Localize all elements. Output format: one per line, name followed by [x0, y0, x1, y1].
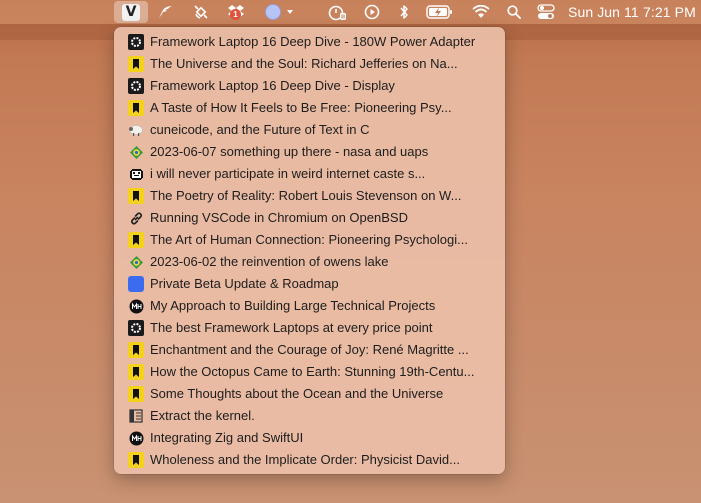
- menu-item[interactable]: 2023-06-07 something up there - nasa and…: [114, 141, 505, 163]
- menu-item[interactable]: A Taste of How It Feels to Be Free: Pion…: [114, 97, 505, 119]
- pixel-face-icon: [128, 166, 144, 182]
- mh-icon: [128, 430, 144, 446]
- marginalian-icon: [128, 188, 144, 204]
- menu-item[interactable]: Framework Laptop 16 Deep Dive - 180W Pow…: [114, 31, 505, 53]
- search-icon[interactable]: [504, 0, 524, 24]
- menu-item[interactable]: Wholeness and the Implicate Order: Physi…: [114, 449, 505, 471]
- marginalian-icon: [128, 386, 144, 402]
- time-text: 7:21 PM: [643, 4, 696, 20]
- menu-item[interactable]: My Approach to Building Large Technical …: [114, 295, 505, 317]
- menu-item[interactable]: The Art of Human Connection: Pioneering …: [114, 229, 505, 251]
- menu-item-label: Private Beta Update & Roadmap: [150, 276, 339, 291]
- dropdown-menu: Framework Laptop 16 Deep Dive - 180W Pow…: [114, 27, 505, 474]
- timer-pause-icon[interactable]: [324, 0, 350, 24]
- marginalian-icon: [128, 100, 144, 116]
- menu-item-label: A Taste of How It Feels to Be Free: Pion…: [150, 100, 452, 115]
- framework-icon: [128, 78, 144, 94]
- sheep-icon: [128, 122, 144, 138]
- menu-item-label: 2023-06-07 something up there - nasa and…: [150, 144, 429, 159]
- menu-item[interactable]: How the Octopus Came to Earth: Stunning …: [114, 361, 505, 383]
- marginalian-icon: [128, 342, 144, 358]
- menu-item-label: cuneicode, and the Future of Text in C: [150, 122, 370, 137]
- menu-item-label: Running VSCode in Chromium on OpenBSD: [150, 210, 408, 225]
- marginalian-icon: [128, 56, 144, 72]
- menu-item[interactable]: Private Beta Update & Roadmap: [114, 273, 505, 295]
- menu-item-label: 2023-06-02 the reinvention of owens lake: [150, 254, 389, 269]
- menu-item[interactable]: 2023-06-02 the reinvention of owens lake: [114, 251, 505, 273]
- framework-icon: [128, 34, 144, 50]
- globe-icon: [128, 144, 144, 160]
- menu-item-label: The best Framework Laptops at every pric…: [150, 320, 433, 335]
- menu-item[interactable]: The Universe and the Soul: Richard Jeffe…: [114, 53, 505, 75]
- marginalian-icon: [128, 364, 144, 380]
- menu-item-label: Enchantment and the Courage of Joy: René…: [150, 342, 469, 357]
- menu-item[interactable]: Extract the kernel.: [114, 405, 505, 427]
- menu-item[interactable]: The Poetry of Reality: Robert Louis Stev…: [114, 185, 505, 207]
- menu-item[interactable]: Enchantment and the Courage of Joy: René…: [114, 339, 505, 361]
- menu-item[interactable]: Running VSCode in Chromium on OpenBSD: [114, 207, 505, 229]
- menu-item-label: Extract the kernel.: [150, 408, 255, 423]
- menu-item[interactable]: Integrating Zig and SwiftUI: [114, 427, 505, 449]
- play-icon[interactable]: [360, 0, 384, 24]
- v-app-icon[interactable]: V: [114, 1, 148, 23]
- menu-item-label: Framework Laptop 16 Deep Dive - 180W Pow…: [150, 34, 476, 49]
- menu-item-label: How the Octopus Came to Earth: Stunning …: [150, 364, 475, 379]
- menu-item-label: The Art of Human Connection: Pioneering …: [150, 232, 468, 247]
- framework-icon: [128, 320, 144, 336]
- menu-item-label: Some Thoughts about the Ocean and the Un…: [150, 386, 444, 401]
- mh-icon: [128, 298, 144, 314]
- dropbox-icon[interactable]: 1: [222, 0, 250, 24]
- bluetooth-icon[interactable]: [394, 0, 414, 24]
- battery-icon[interactable]: [424, 0, 456, 24]
- menubar-date[interactable]: Sun Jun 11: [568, 0, 640, 24]
- menu-item-label: Wholeness and the Implicate Order: Physi…: [150, 452, 460, 467]
- link-icon: [128, 210, 144, 226]
- menu-item[interactable]: i will never participate in weird intern…: [114, 163, 505, 185]
- menubar-time[interactable]: 7:21 PM: [643, 0, 699, 24]
- menu-item-label: The Poetry of Reality: Robert Louis Stev…: [150, 188, 462, 203]
- dropbox-badge: 1: [230, 9, 241, 20]
- menu-item[interactable]: Some Thoughts about the Ocean and the Un…: [114, 383, 505, 405]
- wifi-icon[interactable]: [470, 0, 492, 24]
- satellite-icon[interactable]: [188, 0, 214, 24]
- marginalian-icon: [128, 232, 144, 248]
- menu-item-label: i will never participate in weird intern…: [150, 166, 426, 181]
- marginalian-icon: [128, 452, 144, 468]
- blue-square-icon: [128, 276, 144, 292]
- menu-item[interactable]: cuneicode, and the Future of Text in C: [114, 119, 505, 141]
- menu-item-label: The Universe and the Soul: Richard Jeffe…: [150, 56, 458, 71]
- globe-icon: [128, 254, 144, 270]
- menu-item[interactable]: The best Framework Laptops at every pric…: [114, 317, 505, 339]
- circle-dropdown-icon[interactable]: [260, 0, 300, 24]
- menu-bar: V 1 Sun Jun 11 7:21 PM: [0, 0, 701, 24]
- menu-item-label: Integrating Zig and SwiftUI: [150, 430, 304, 445]
- columns-icon: [128, 408, 144, 424]
- feather-icon[interactable]: [152, 0, 178, 24]
- v-app-letter: V: [122, 3, 140, 21]
- date-text: Sun Jun 11: [568, 4, 639, 20]
- menu-item-label: My Approach to Building Large Technical …: [150, 298, 436, 313]
- menu-item[interactable]: Framework Laptop 16 Deep Dive - Display: [114, 75, 505, 97]
- control-center-icon[interactable]: [534, 0, 558, 24]
- menu-item-label: Framework Laptop 16 Deep Dive - Display: [150, 78, 395, 93]
